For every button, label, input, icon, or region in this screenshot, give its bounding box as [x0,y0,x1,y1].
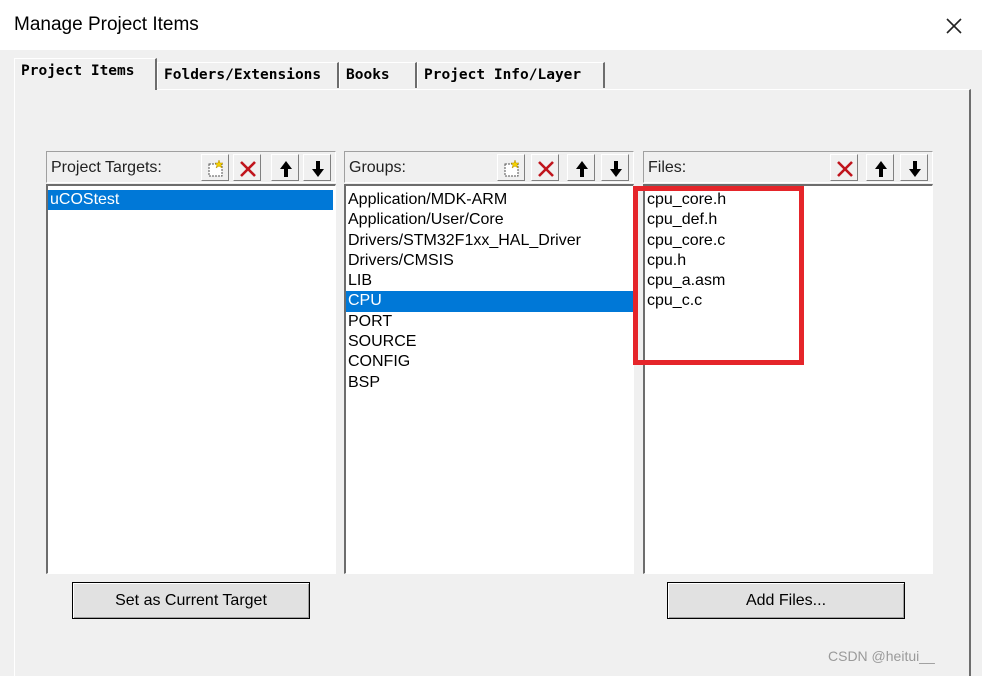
delete-file-button[interactable] [830,154,858,181]
targets-list[interactable]: uCOStest [46,184,336,574]
list-item[interactable]: Application/MDK-ARM [346,190,633,210]
files-label: Files: [648,159,687,176]
delete-group-button[interactable] [531,154,559,181]
list-item[interactable]: PORT [346,312,633,332]
arrow-up-icon [576,161,588,177]
targets-header: Project Targets: [46,151,336,183]
button-label: Set as Current Target [115,592,267,609]
move-group-down-button[interactable] [601,154,629,181]
close-button[interactable] [934,10,974,42]
move-file-up-button[interactable] [866,154,894,181]
files-header: Files: [643,151,933,183]
list-item[interactable]: Drivers/STM32F1xx_HAL_Driver [346,231,633,251]
list-item[interactable]: Application/User/Core [346,210,633,230]
close-icon [946,18,962,34]
delete-target-button[interactable] [233,154,261,181]
title-bar: Manage Project Items [0,0,982,50]
delete-icon [538,161,554,177]
arrow-down-icon [610,161,622,177]
tab-project-info-layer[interactable]: Project Info/Layer [417,62,605,88]
tab-label: Project Info/Layer [424,67,582,83]
arrow-up-icon [875,161,887,177]
list-item[interactable]: cpu_core.h [645,190,932,210]
files-list[interactable]: cpu_core.h cpu_def.h cpu_core.c cpu.h cp… [643,184,933,574]
list-item[interactable]: cpu_def.h [645,210,932,230]
move-target-up-button[interactable] [271,154,299,181]
list-item[interactable]: uCOStest [48,190,333,211]
new-item-icon [504,159,520,177]
list-item[interactable]: cpu_core.c [645,231,932,251]
add-files-button[interactable]: Add Files... [667,582,905,619]
watermark: CSDN @heitui__ [828,648,935,664]
delete-icon [240,161,256,177]
list-item[interactable]: CPU [346,291,633,312]
tab-project-items[interactable]: Project Items [14,58,157,90]
tab-label: Folders/Extensions [164,67,322,83]
list-item[interactable]: cpu.h [645,251,932,271]
new-target-button[interactable] [201,154,229,181]
list-item[interactable]: CONFIG [346,352,633,372]
arrow-down-icon [312,161,324,177]
new-group-button[interactable] [497,154,525,181]
window-title: Manage Project Items [14,14,199,35]
groups-list[interactable]: Application/MDK-ARM Application/User/Cor… [344,184,634,574]
tab-folders-extensions[interactable]: Folders/Extensions [157,62,339,88]
arrow-up-icon [280,161,292,177]
list-item[interactable]: cpu_c.c [645,291,932,311]
list-item[interactable]: BSP [346,373,633,393]
set-current-target-button[interactable]: Set as Current Target [72,582,310,619]
list-item[interactable]: SOURCE [346,332,633,352]
groups-label: Groups: [349,159,406,176]
groups-header: Groups: [344,151,634,183]
targets-label: Project Targets: [51,159,162,176]
button-label: Add Files... [745,592,827,609]
move-group-up-button[interactable] [567,154,595,181]
list-item[interactable]: cpu_a.asm [645,271,932,291]
list-item[interactable]: LIB [346,271,633,291]
list-item[interactable]: Drivers/CMSIS [346,251,633,271]
delete-icon [837,161,853,177]
move-file-down-button[interactable] [900,154,928,181]
arrow-down-icon [909,161,921,177]
tab-label: Books [346,67,390,83]
tab-books[interactable]: Books [339,62,417,88]
move-target-down-button[interactable] [303,154,331,181]
tab-label: Project Items [21,63,135,79]
new-item-icon [208,159,224,177]
